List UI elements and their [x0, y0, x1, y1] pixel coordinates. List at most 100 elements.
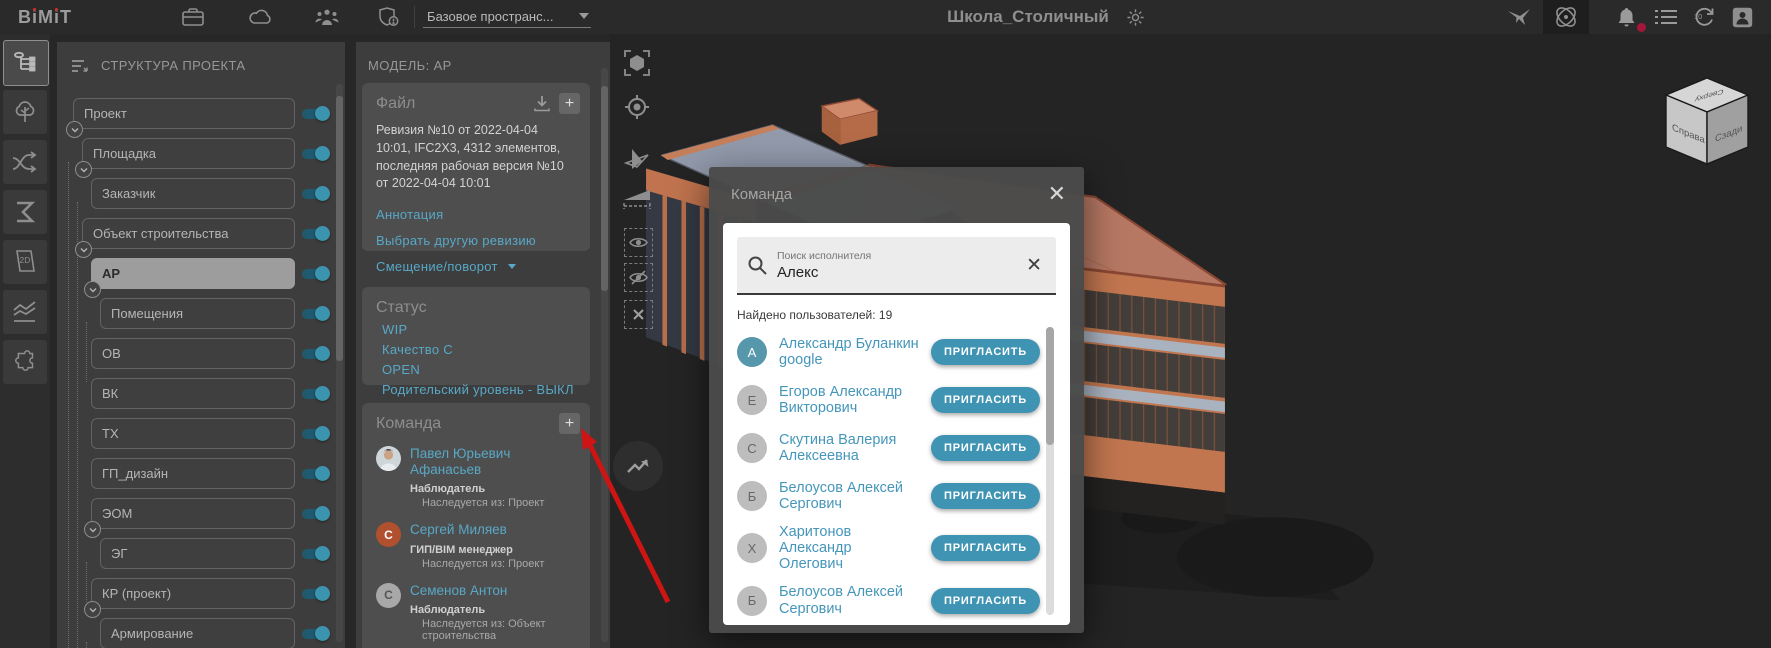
project-settings-gear-icon[interactable]: [1119, 4, 1153, 30]
app-logo[interactable]: BiMiT: [18, 7, 72, 28]
search-input[interactable]: [777, 264, 1012, 281]
tree-item[interactable]: Проект: [73, 98, 295, 129]
visibility-toggle[interactable]: [302, 149, 328, 159]
annotation-link[interactable]: Аннотация: [376, 207, 578, 222]
user-name[interactable]: Скутина Валерия Алексеевна: [779, 432, 919, 464]
results-count: Найдено пользователей: 19: [737, 308, 1056, 322]
invite-button[interactable]: ПРИГЛАСИТЬ: [931, 339, 1040, 365]
member-name[interactable]: Павел Юрьевич Афанасьев: [410, 446, 578, 477]
tree-item[interactable]: ЭОМ: [91, 498, 295, 529]
expand-toggle-icon[interactable]: [75, 241, 92, 258]
visibility-toggle[interactable]: [302, 429, 328, 439]
tab-plugins[interactable]: [3, 340, 47, 384]
visibility-toggle[interactable]: [302, 509, 328, 519]
fly-mode-icon[interactable]: [1502, 4, 1536, 30]
projects-briefcase-icon[interactable]: [176, 4, 210, 30]
invite-button[interactable]: ПРИГЛАСИТЬ: [931, 483, 1040, 509]
tree-item[interactable]: КР (проект): [91, 578, 295, 609]
section-plane-tool[interactable]: [622, 146, 652, 176]
expand-toggle-icon[interactable]: [66, 121, 83, 138]
tree-item[interactable]: АР: [91, 258, 295, 289]
visibility-toggle[interactable]: [302, 549, 328, 559]
choose-revision-link[interactable]: Выбрать другую ревизию: [376, 233, 578, 248]
tab-sum-reports[interactable]: [3, 190, 47, 234]
modal-scrollbar[interactable]: [1046, 327, 1054, 615]
tab-project-structure[interactable]: [3, 40, 49, 86]
locate-target-tool[interactable]: [622, 92, 652, 122]
hide-selected-tool[interactable]: [624, 263, 653, 292]
user-name[interactable]: Егоров Александр Викторович: [779, 384, 919, 416]
visibility-toggle[interactable]: [302, 469, 328, 479]
user-name[interactable]: Белоусов Алексей Сергович: [779, 584, 919, 616]
workspace-select[interactable]: Базовое пространс...: [423, 7, 591, 28]
invite-button[interactable]: ПРИГЛАСИТЬ: [931, 588, 1040, 614]
cloud-icon[interactable]: [244, 4, 278, 30]
sync-history-icon[interactable]: 10: [1687, 4, 1721, 30]
user-name[interactable]: Харитонов Александр Олегович: [779, 524, 919, 573]
expand-toggle-icon[interactable]: [84, 521, 101, 538]
user-avatar: Б: [737, 481, 767, 511]
structure-sort-icon[interactable]: [71, 59, 89, 73]
tree-item[interactable]: Армирование: [100, 618, 295, 648]
nav-cube[interactable]: Сверху Справа Сзади: [1660, 72, 1760, 172]
expand-toggle-icon[interactable]: [84, 281, 101, 298]
visibility-toggle[interactable]: [302, 389, 328, 399]
model-scrollbar[interactable]: [601, 68, 608, 642]
tree-item[interactable]: ВК: [91, 378, 295, 409]
tree-item[interactable]: Заказчик: [91, 178, 295, 209]
tree-item[interactable]: ГП_дизайн: [91, 458, 295, 489]
visibility-toggle[interactable]: [302, 189, 328, 199]
search-field[interactable]: Поиск исполнителя ✕: [737, 237, 1056, 295]
shield-status-icon[interactable]: [372, 4, 406, 30]
tab-charts[interactable]: [3, 290, 47, 334]
status-link[interactable]: Качество С: [376, 342, 578, 357]
tree-item[interactable]: ЭГ: [100, 538, 295, 569]
status-link[interactable]: OPEN: [376, 362, 578, 377]
tree-item[interactable]: Площадка: [82, 138, 295, 169]
measure-tool[interactable]: [622, 184, 652, 214]
invite-button[interactable]: ПРИГЛАСИТЬ: [931, 535, 1040, 561]
select-focus-tool[interactable]: [622, 48, 652, 78]
tree-item[interactable]: Объект строительства: [82, 218, 295, 249]
expand-toggle-icon[interactable]: [84, 601, 101, 618]
profile-avatar-icon[interactable]: [1725, 4, 1759, 30]
user-name[interactable]: Белоусов Алексей Сергович: [779, 480, 919, 512]
visibility-toggle[interactable]: [302, 589, 328, 599]
orbit-mode-button[interactable]: [1543, 0, 1589, 34]
expand-toggle-icon[interactable]: [75, 161, 92, 178]
project-tree: Проект Площадка Заказчик Объект строи: [57, 98, 345, 648]
show-selected-tool[interactable]: [624, 228, 653, 257]
tree-item[interactable]: ОВ: [91, 338, 295, 369]
visibility-toggle[interactable]: [302, 629, 328, 639]
modal-close-icon[interactable]: ✕: [1048, 183, 1066, 205]
activity-trend-button[interactable]: [613, 441, 663, 491]
add-revision-button[interactable]: +: [559, 93, 580, 114]
download-icon[interactable]: [533, 95, 551, 112]
member-name[interactable]: Семенов Антон: [410, 583, 578, 599]
user-result-row: Е Егоров Александр Викторович ПРИГЛАСИТЬ: [737, 380, 1040, 420]
invite-button[interactable]: ПРИГЛАСИТЬ: [931, 435, 1040, 461]
team-users-icon[interactable]: [310, 4, 344, 30]
add-team-member-button[interactable]: +: [559, 413, 580, 434]
delete-selected-tool[interactable]: [624, 300, 653, 329]
status-link[interactable]: WIP: [376, 322, 578, 337]
visibility-toggle[interactable]: [302, 229, 328, 239]
tab-clash-connections[interactable]: [3, 140, 47, 184]
member-name[interactable]: Сергей Миляев: [410, 522, 578, 538]
tree-item[interactable]: ТХ: [91, 418, 295, 449]
tab-2d-drawings[interactable]: 2D: [3, 240, 47, 284]
structure-scrollbar[interactable]: [336, 84, 343, 642]
invite-button[interactable]: ПРИГЛАСИТЬ: [931, 387, 1040, 413]
user-name[interactable]: Александр Буланкин google: [779, 336, 919, 368]
visibility-toggle[interactable]: [302, 269, 328, 279]
visibility-toggle[interactable]: [302, 109, 328, 119]
status-link[interactable]: Родительский уровень - ВЫКЛ: [376, 382, 578, 397]
clear-search-icon[interactable]: ✕: [1022, 254, 1046, 277]
visibility-toggle[interactable]: [302, 309, 328, 319]
tasks-list-icon[interactable]: [1649, 4, 1683, 30]
notifications-bell-icon[interactable]: [1609, 4, 1643, 30]
tab-environment[interactable]: [3, 90, 47, 134]
visibility-toggle[interactable]: [302, 349, 328, 359]
tree-item[interactable]: Помещения: [100, 298, 295, 329]
offset-rotate-link[interactable]: Смещение/поворот: [376, 259, 578, 274]
